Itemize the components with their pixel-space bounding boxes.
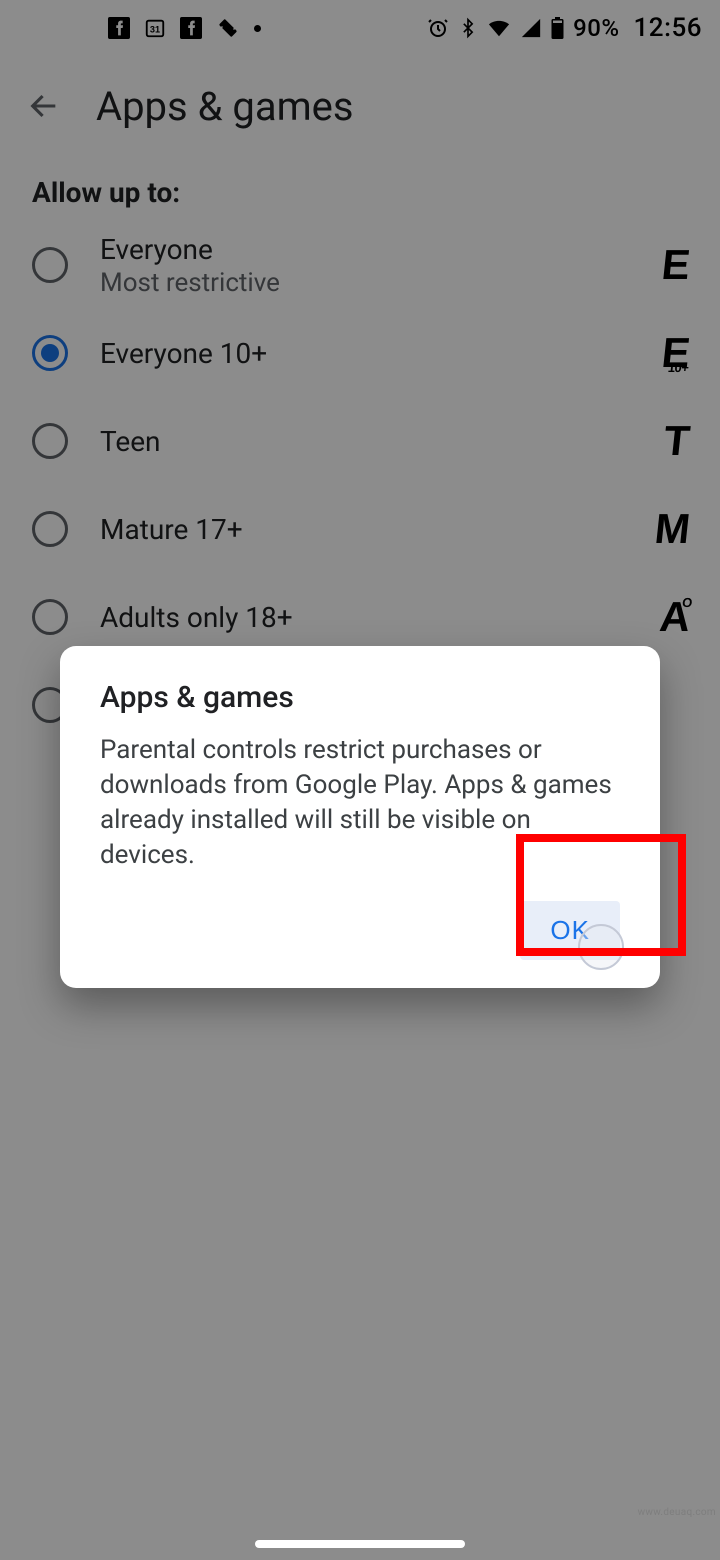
annotation-highlight [516,834,686,956]
watermark-text: www.deuaq.com [638,1507,716,1518]
gesture-nav-bar[interactable] [255,1540,465,1548]
dialog-title: Apps & games [100,680,620,715]
